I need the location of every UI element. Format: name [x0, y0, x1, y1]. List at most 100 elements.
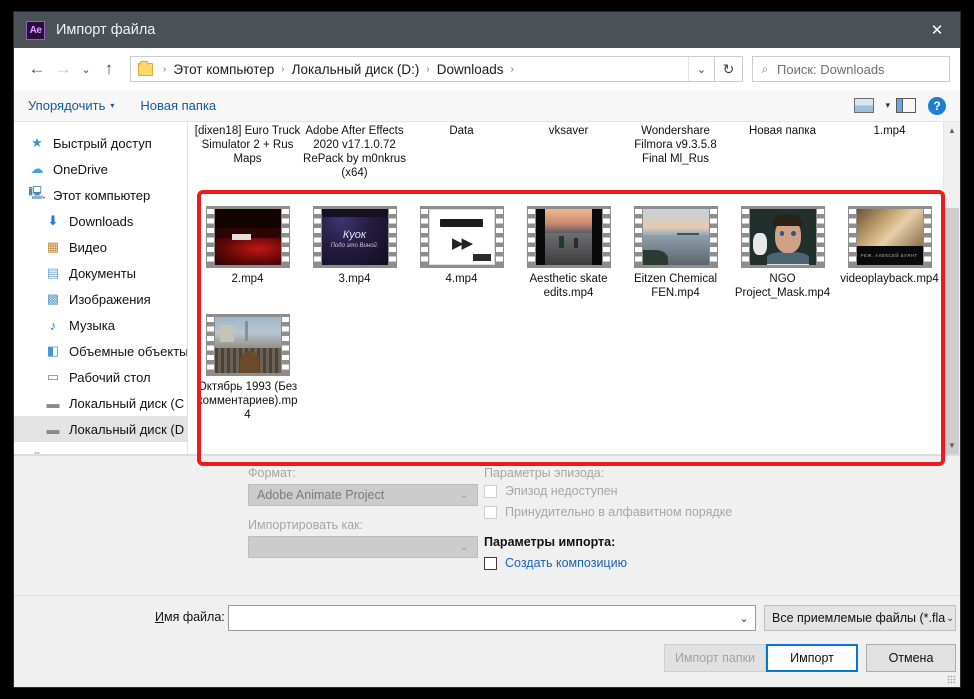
sidebar-item-3d-objects[interactable]: ◧ Объемные объекты	[14, 338, 187, 364]
sidebar-item-pictures[interactable]: ▩ Изображения	[14, 286, 187, 312]
chevron-down-icon[interactable]: ⌄	[688, 57, 714, 81]
sidebar-item-downloads[interactable]: ⬇ Downloads	[14, 208, 187, 234]
file-type-filter-select[interactable]: Все приемлемые файлы (*.fla ⌄	[764, 605, 956, 631]
episode-unavailable-label: Эпизод недоступен	[505, 484, 618, 498]
video-file-icon	[527, 206, 611, 268]
force-alphabetical-row[interactable]: Принудительно в алфавитном порядке	[484, 505, 784, 519]
search-icon: ⌕	[753, 62, 777, 77]
file-item[interactable]: Октябрь 1993 (Без комментариев).mp4	[194, 314, 301, 422]
import-folder-button: Импорт папки	[664, 644, 766, 672]
address-bar[interactable]: › Этот компьютер › Локальный диск (D:) ›…	[130, 56, 715, 82]
force-alphabetical-checkbox[interactable]	[484, 506, 497, 519]
scrollbar-thumb[interactable]	[945, 208, 959, 454]
create-composition-checkbox[interactable]	[484, 557, 497, 570]
create-composition-row[interactable]: Создать композицию	[484, 556, 784, 570]
format-label: Формат:	[248, 466, 478, 480]
back-icon[interactable]: ←	[24, 56, 50, 82]
file-item[interactable]: РЕЖ. АЛЕКСЕЙ БУЯНТ videoplayback.mp4	[836, 206, 943, 300]
sidebar-item-network[interactable]: 🖧 Сеть	[14, 449, 187, 454]
new-folder-button[interactable]: Новая папка	[140, 98, 216, 113]
thumbnail	[643, 209, 709, 265]
file-item[interactable]: 2.mp4	[194, 206, 301, 300]
sidebar-item-label: Документы	[69, 266, 136, 281]
computer-icon: 🖳	[28, 187, 46, 203]
sidebar-item-label: Музыка	[69, 318, 115, 333]
file-item[interactable]: Куок Подо это Виной. 3.mp4	[301, 206, 408, 300]
file-name-label: Октябрь 1993 (Без комментариев).mp4	[197, 380, 299, 422]
folder-icon	[138, 63, 153, 76]
sidebar-item-label: Видео	[69, 240, 107, 255]
import-as-select[interactable]: ⌄	[248, 536, 478, 558]
file-label-partial[interactable]: Новая папка	[729, 122, 836, 192]
format-select[interactable]: Adobe Animate Project ⌄	[248, 484, 478, 506]
sidebar-item-quick-access[interactable]: ★ Быстрый доступ	[14, 130, 187, 156]
refresh-icon[interactable]: ↻	[715, 56, 743, 82]
filename-input[interactable]: ⌄	[228, 605, 756, 631]
file-label-partial[interactable]: [dixen18] Euro Truck Simulator 2 + Rus M…	[194, 122, 301, 192]
video-file-icon	[741, 206, 825, 268]
breadcrumb-separator: ›	[507, 64, 518, 75]
file-label-partial[interactable]: 1.mp4	[836, 122, 943, 192]
sidebar-item-onedrive[interactable]: ☁ OneDrive	[14, 156, 187, 182]
episode-unavailable-row[interactable]: Эпизод недоступен	[484, 484, 784, 498]
import-button[interactable]: Импорт	[766, 644, 858, 672]
thumbnail-text: Куок	[322, 229, 388, 241]
video-file-icon: ▶▶	[420, 206, 504, 268]
help-icon[interactable]: ?	[928, 97, 946, 115]
file-label-partial[interactable]: Adobe After Effects 2020 v17.1.0.72 RePa…	[301, 122, 408, 192]
video-icon: ▦	[44, 239, 62, 255]
sidebar-item-label: Быстрый доступ	[53, 136, 152, 151]
file-label-partial[interactable]: Wondershare Filmora v9.3.5.8 Final Ml_Ru…	[622, 122, 729, 192]
file-item[interactable]: Eitzen Chemical FEN.mp4	[622, 206, 729, 300]
import-as-label: Импортировать как:	[248, 518, 478, 532]
thumbnail-subtext: Подо это Виной.	[322, 243, 388, 249]
up-icon[interactable]: ↑	[96, 56, 122, 82]
sidebar-item-desktop[interactable]: ▭ Рабочий стол	[14, 364, 187, 390]
chevron-down-icon[interactable]: ⌄	[733, 612, 755, 625]
sidebar-divider	[14, 442, 187, 449]
search-input[interactable]: ⌕ Поиск: Downloads	[752, 56, 950, 82]
chevron-down-icon: ⌄	[945, 613, 955, 624]
breadcrumb-separator: ›	[277, 64, 288, 75]
scroll-down-icon[interactable]: ▼	[944, 437, 960, 454]
organize-button[interactable]: Упорядочить ▾	[28, 98, 114, 113]
file-grid-viewport: [dixen18] Euro Truck Simulator 2 + Rus M…	[188, 122, 943, 454]
view-mode-icon[interactable]	[852, 96, 876, 116]
star-icon: ★	[28, 135, 46, 151]
dialog-body: ★ Быстрый доступ ☁ OneDrive 🖳 Этот компь…	[14, 122, 960, 455]
file-name-label: NGO Project_Mask.mp4	[732, 272, 834, 300]
file-name-label: 4.mp4	[411, 272, 513, 286]
file-item[interactable]: Aesthetic skate edits.mp4	[515, 206, 622, 300]
scroll-up-icon[interactable]: ▲	[944, 122, 960, 139]
vertical-scrollbar[interactable]: ▲ ▼	[943, 122, 960, 454]
breadcrumb-downloads[interactable]: Downloads	[434, 62, 507, 77]
sidebar-item-documents[interactable]: ▤ Документы	[14, 260, 187, 286]
sidebar-item-local-disk-d[interactable]: ▬ Локальный диск (D	[14, 416, 187, 442]
preview-pane-icon[interactable]	[894, 96, 918, 116]
chevron-down-icon: ▾	[110, 101, 114, 110]
episode-unavailable-checkbox[interactable]	[484, 485, 497, 498]
sidebar-item-videos[interactable]: ▦ Видео	[14, 234, 187, 260]
breadcrumb-this-pc[interactable]: Этот компьютер	[170, 62, 277, 77]
view-mode-caret[interactable]: ▾	[880, 100, 890, 111]
file-item[interactable]: ▶▶ 4.mp4	[408, 206, 515, 300]
cancel-button[interactable]: Отмена	[866, 644, 956, 672]
video-file-icon	[634, 206, 718, 268]
sidebar-item-this-pc[interactable]: 🖳 Этот компьютер	[14, 182, 187, 208]
file-name-label: Eitzen Chemical FEN.mp4	[625, 272, 727, 300]
file-list-pane[interactable]: [dixen18] Euro Truck Simulator 2 + Rus M…	[188, 122, 960, 454]
file-grid: 2.mp4 Куок Подо это Виной. 3.mp4	[188, 192, 943, 436]
file-label-partial[interactable]: vksaver	[515, 122, 622, 192]
breadcrumb-local-disk-d[interactable]: Локальный диск (D:)	[289, 62, 423, 77]
file-label-partial[interactable]: Data	[408, 122, 515, 192]
sidebar-item-label: Объемные объекты	[69, 344, 188, 359]
sidebar-item-local-disk-c[interactable]: ▬ Локальный диск (C	[14, 390, 187, 416]
file-item[interactable]: NGO Project_Mask.mp4	[729, 206, 836, 300]
format-section: Формат: Adobe Animate Project ⌄ Импортир…	[248, 466, 478, 570]
resize-grip[interactable]	[947, 675, 956, 684]
close-icon[interactable]: ✕	[914, 12, 960, 48]
thumbnail	[750, 209, 816, 265]
episode-section: Параметры эпизода: Эпизод недоступен При…	[484, 466, 784, 577]
recent-locations-icon[interactable]: ⌄	[76, 56, 96, 82]
sidebar-item-music[interactable]: ♪ Музыка	[14, 312, 187, 338]
